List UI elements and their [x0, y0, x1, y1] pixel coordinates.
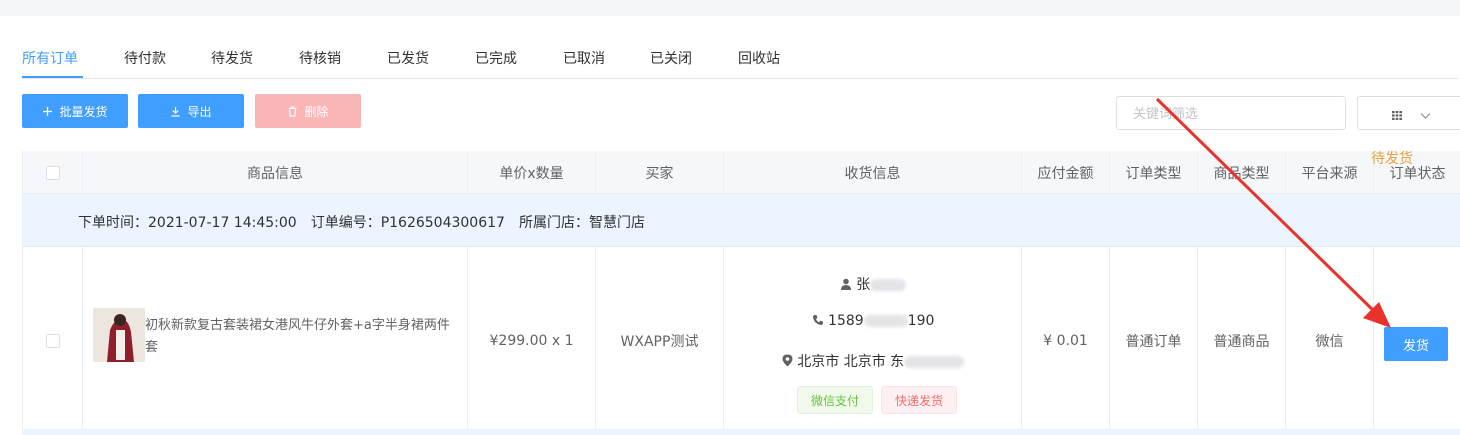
platform-source: 微信	[1286, 247, 1374, 435]
top-strip	[0, 0, 1460, 16]
delivery-method-tag: 快递发货	[881, 386, 957, 414]
redacted-address	[904, 356, 965, 368]
tab-recycle-bin[interactable]: 回收站	[738, 48, 780, 68]
column-settings-button[interactable]	[1357, 96, 1460, 130]
order-summary-bar: 下单时间：2021-07-17 14:45:00 订单编号：P1626504300…	[23, 194, 1460, 247]
tab-completed[interactable]: 已完成	[475, 48, 517, 68]
trash-icon	[287, 106, 298, 117]
tab-pending-verification[interactable]: 待核销	[299, 48, 341, 68]
active-tab-indicator	[22, 76, 83, 78]
header-order-type: 订单类型	[1110, 151, 1198, 194]
location-icon	[782, 354, 793, 370]
table-header: 商品信息 单价x数量 买家 收货信息 应付金额 订单类型 商品类型 平台来源 订…	[23, 151, 1460, 194]
tab-closed[interactable]: 已关闭	[650, 48, 692, 68]
redacted-name	[870, 279, 907, 291]
receiver-phone-end: 190	[907, 313, 935, 329]
grid-icon	[1392, 109, 1402, 124]
tab-all-orders[interactable]: 所有订单	[22, 48, 78, 68]
header-select-cell	[23, 151, 83, 194]
tab-shipped[interactable]: 已发货	[387, 48, 429, 68]
order-status-badge: 待发货	[1371, 151, 1413, 167]
batch-ship-button[interactable]: 批量发货	[22, 94, 128, 128]
header-product-info: 商品信息	[83, 151, 468, 194]
plus-icon	[42, 106, 53, 117]
order-type: 普通订单	[1110, 247, 1198, 435]
keyword-filter-input[interactable]	[1116, 96, 1346, 130]
receiver-phone-line: 1589 190	[724, 313, 1022, 329]
tab-pending-payment[interactable]: 待付款	[124, 48, 166, 68]
receiver-name-line: 张	[724, 274, 1022, 294]
payment-method-tag: 微信支付	[797, 386, 873, 414]
amount-due: ¥ 0.01	[1022, 247, 1110, 435]
order-summary: 下单时间：2021-07-17 14:45:00 订单编号：P1626504300…	[78, 212, 659, 232]
header-buyer: 买家	[596, 151, 724, 194]
orders-table: 商品信息 单价x数量 买家 收货信息 应付金额 订单类型 商品类型 平台来源 订…	[22, 151, 1460, 435]
table-row: 初秋新款复古套装裙女港风牛仔外套+a字半身裙两件套 ¥299.00 x 1 WX…	[23, 247, 1460, 435]
header-shipping-info: 收货信息	[724, 151, 1022, 194]
product-thumbnail[interactable]	[93, 308, 145, 362]
export-label: 导出	[187, 104, 212, 119]
tab-pending-shipment[interactable]: 待发货	[211, 48, 253, 68]
price-qty: ¥299.00 x 1	[468, 247, 596, 435]
header-platform: 平台来源	[1286, 151, 1374, 194]
tab-cancelled[interactable]: 已取消	[563, 48, 605, 68]
header-amount-due: 应付金额	[1022, 151, 1110, 194]
redacted-phone	[863, 315, 908, 327]
buyer-name: WXAPP测试	[596, 247, 724, 435]
receiver-address-line: 北京市 北京市 东	[724, 351, 1022, 371]
receiver-phone-start: 1589	[828, 313, 864, 329]
chevron-down-icon	[1420, 109, 1431, 124]
receiver-address: 北京市 北京市 东	[797, 354, 905, 370]
goods-type: 普通商品	[1198, 247, 1286, 435]
order-tabs: 所有订单 待付款 待发货 待核销 已发货 已完成 已取消 已关闭 回收站	[22, 42, 1458, 79]
header-price-qty: 单价x数量	[468, 151, 596, 194]
product-name[interactable]: 初秋新款复古套装裙女港风牛仔外套+a字半身裙两件套	[145, 315, 461, 359]
batch-ship-label: 批量发货	[59, 104, 108, 119]
order-store: 所属门店：智慧门店	[518, 215, 645, 231]
user-icon	[840, 277, 852, 293]
delete-button[interactable]: 删除	[255, 94, 361, 128]
row-checkbox[interactable]	[45, 334, 60, 348]
next-order-bar	[22, 429, 1460, 435]
order-time: 下单时间：2021-07-17 14:45:00	[78, 215, 297, 231]
phone-icon	[812, 313, 824, 329]
delete-label: 删除	[304, 104, 329, 119]
download-icon	[170, 106, 181, 117]
header-goods-type: 商品类型	[1198, 151, 1286, 194]
receiver-name: 张	[856, 277, 871, 293]
select-all-checkbox[interactable]	[45, 165, 60, 180]
ship-button[interactable]: 发货	[1384, 327, 1448, 361]
export-button[interactable]: 导出	[138, 94, 244, 128]
row-select-cell	[23, 247, 83, 435]
order-number: 订单编号：P1626504300617	[310, 215, 505, 231]
